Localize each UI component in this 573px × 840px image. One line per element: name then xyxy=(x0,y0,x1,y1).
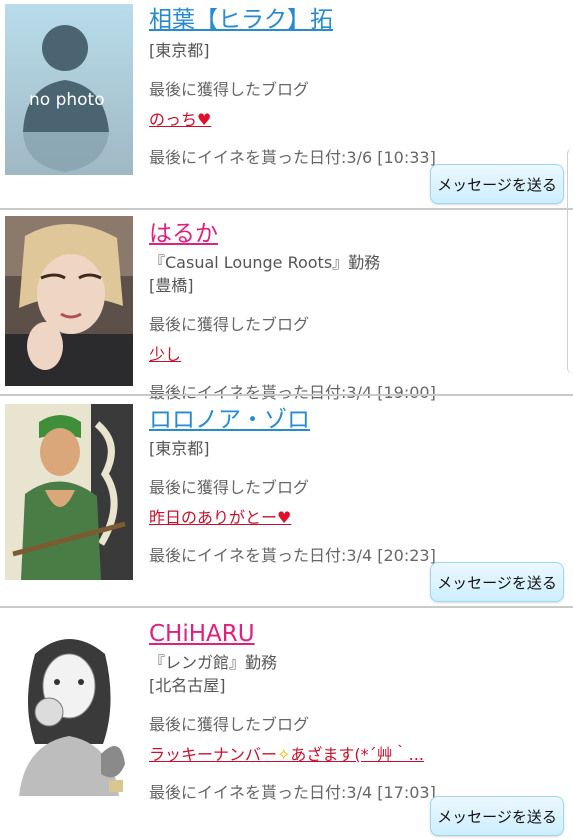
blog-title-link[interactable]: ラッキーナンバー✧あざます(*´艸｀... xyxy=(149,741,424,765)
avatar[interactable] xyxy=(5,216,133,386)
area-text: [東京都] xyxy=(149,41,210,60)
blog-label: 最後に獲得したブログ xyxy=(149,80,310,99)
member-list: no photo 相葉【ヒラク】拓 [東京都] 最後に獲得したブログ のっち♥ … xyxy=(0,0,573,840)
member-name-link[interactable]: 相葉【ヒラク】拓 xyxy=(149,6,333,34)
member-photo xyxy=(5,404,133,580)
member-photo xyxy=(5,624,133,796)
blog-title-link[interactable]: 少し xyxy=(149,341,181,365)
workplace-text: 『レンガ館』勤務 xyxy=(149,653,278,672)
member-name-link[interactable]: CHiHARU xyxy=(149,620,255,648)
avatar[interactable] xyxy=(5,404,133,580)
blog-title-link[interactable]: のっち♥ xyxy=(149,106,211,130)
area-text: [東京都] xyxy=(149,439,210,458)
member-photo xyxy=(5,216,133,386)
list-item: CHiHARU 『レンガ館』勤務 [北名古屋] 最後に獲得したブログ ラッキーナ… xyxy=(0,608,573,840)
send-message-button[interactable]: メッセージを送る xyxy=(430,164,564,204)
blog-title-link[interactable]: 昨日のありがとー♥ xyxy=(149,504,291,528)
workplace-text: 『Casual Lounge Roots』勤務 xyxy=(149,253,381,272)
avatar[interactable] xyxy=(5,624,133,796)
send-message-button[interactable]: メッセージを送る xyxy=(430,562,564,602)
heart-icon: ♥ xyxy=(197,110,212,129)
area-text: [豊橋] xyxy=(149,276,194,295)
blog-label: 最後に獲得したブログ xyxy=(149,478,310,497)
avatar[interactable]: no photo xyxy=(5,4,133,175)
member-name-link[interactable]: はるか xyxy=(149,220,218,248)
area-text: [北名古屋] xyxy=(149,676,226,695)
member-info: CHiHARU 『レンガ館』勤務 [北名古屋] 最後に獲得したブログ ラッキーナ… xyxy=(149,620,565,803)
scrollbar[interactable] xyxy=(567,148,573,374)
list-item: はるか 『Casual Lounge Roots』勤務 [豊橋] 最後に獲得した… xyxy=(0,210,573,402)
send-message-button[interactable]: メッセージを送る xyxy=(430,796,564,836)
heart-icon: ♥ xyxy=(277,508,292,527)
member-info: 相葉【ヒラク】拓 [東京都] 最後に獲得したブログ のっち♥ 最後にイイネを貰っ… xyxy=(149,6,565,168)
member-name-link[interactable]: ロロノア・ゾロ xyxy=(149,406,310,434)
member-info: ロロノア・ゾロ [東京都] 最後に獲得したブログ 昨日のありがとー♥ 最後にイイ… xyxy=(149,406,565,566)
sparkle-icon: ✧ xyxy=(277,745,291,764)
blog-label: 最後に獲得したブログ xyxy=(149,715,310,734)
member-info: はるか 『Casual Lounge Roots』勤務 [豊橋] 最後に獲得した… xyxy=(149,220,565,403)
blog-label: 最後に獲得したブログ xyxy=(149,315,310,334)
no-photo-label: no photo xyxy=(29,90,105,110)
list-item: ロロノア・ゾロ [東京都] 最後に獲得したブログ 昨日のありがとー♥ 最後にイイ… xyxy=(0,396,573,608)
list-item: no photo 相葉【ヒラク】拓 [東京都] 最後に獲得したブログ のっち♥ … xyxy=(0,0,573,210)
